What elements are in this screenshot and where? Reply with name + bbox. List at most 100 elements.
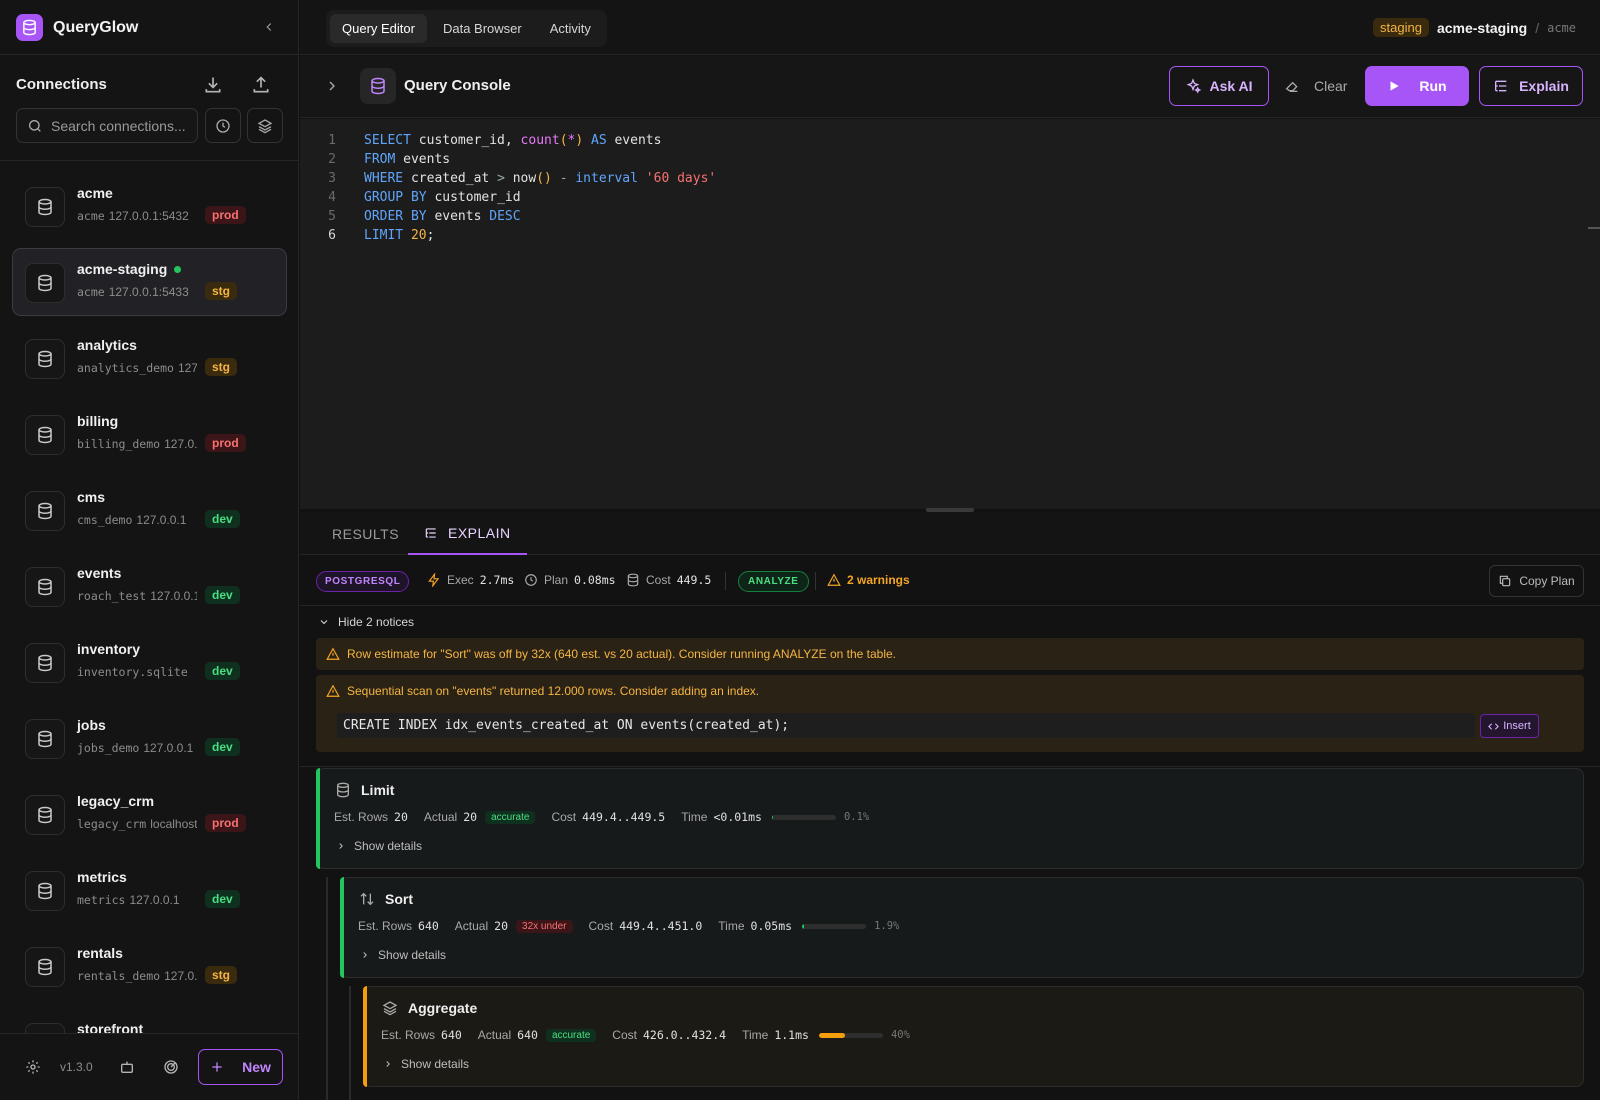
connection-item[interactable]: events roach_test 127.0.0.1 dev: [12, 552, 287, 620]
clear-label: Clear: [1314, 78, 1348, 94]
node-title: Limit: [361, 782, 395, 798]
connection-list: acme acme 127.0.0.1:5432 prod acme-staging ac…: [12, 172, 287, 1084]
connection-db: jobs_demo: [77, 741, 140, 755]
env-badge: stg: [205, 358, 237, 376]
env-badge: dev: [205, 510, 240, 528]
database-icon: [25, 263, 65, 303]
export-icon[interactable]: [251, 75, 271, 95]
sql-editor[interactable]: 1 SELECT customer_id, count(*) AS events…: [300, 119, 1600, 509]
connection-item[interactable]: acme acme 127.0.0.1:5432 prod: [12, 172, 287, 240]
tree-guide-line: [326, 877, 328, 1100]
online-status-dot: [174, 265, 182, 273]
show-details-toggle[interactable]: Show details: [360, 948, 446, 962]
chevron-right-icon: [336, 841, 346, 851]
connection-host: localhost: [150, 817, 197, 831]
connection-db: analytics_demo: [77, 361, 174, 375]
connection-db: metrics: [77, 893, 126, 907]
database-icon: [25, 795, 65, 835]
connection-db: acme: [77, 285, 105, 299]
brand[interactable]: QueryGlow: [16, 14, 138, 41]
recent-button[interactable]: [205, 108, 241, 143]
main-tabs: Query Editor Data Browser Activity: [326, 10, 607, 47]
time-share-percent: 40%: [890, 1029, 910, 1041]
line-number: 6: [328, 228, 336, 243]
code-line: GROUP BY customer_id: [364, 190, 521, 205]
import-icon[interactable]: [203, 75, 223, 95]
connection-item[interactable]: acme-staging acme 127.0.0.1:5433 stg: [12, 248, 287, 316]
ask-ai-button[interactable]: Ask AI: [1169, 66, 1269, 106]
cost-stat: Cost 449.5: [626, 573, 711, 587]
copy-plan-button[interactable]: Copy Plan: [1489, 565, 1584, 597]
tab-query-editor[interactable]: Query Editor: [330, 14, 427, 43]
radar-icon[interactable]: [163, 1059, 179, 1075]
active-connection[interactable]: acme-staging: [1437, 20, 1527, 36]
plan-stat: Plan 0.08ms: [524, 573, 616, 587]
node-accent-bar: [363, 986, 367, 1087]
connection-item[interactable]: jobs jobs_demo 127.0.0.1 dev: [12, 704, 287, 772]
connection-item[interactable]: cms cms_demo 127.0.0.1 dev: [12, 476, 287, 544]
cost-label: Cost: [588, 919, 614, 933]
database-icon: [25, 643, 65, 683]
database-icon: [25, 415, 65, 455]
console-title: Query Console: [404, 77, 511, 94]
plan-node-limit: Limit Est. Rows 20 Actual 20 accurate Cost 449.…: [316, 768, 1584, 869]
est-rows-value: 640: [418, 919, 439, 933]
clear-button[interactable]: Clear: [1284, 66, 1347, 106]
settings-gear-icon[interactable]: [25, 1059, 41, 1075]
warnings-count[interactable]: 2 warnings: [827, 573, 910, 587]
connection-item[interactable]: legacy_crm legacy_crm localhost prod: [12, 780, 287, 848]
copy-plan-label: Copy Plan: [1519, 574, 1575, 588]
tab-data-browser[interactable]: Data Browser: [431, 14, 534, 43]
chevron-right-icon[interactable]: [324, 78, 340, 94]
connection-item[interactable]: metrics metrics 127.0.0.1 dev: [12, 856, 287, 924]
time-share-bar: [802, 923, 867, 929]
tab-activity[interactable]: Activity: [538, 14, 603, 43]
node-accent-bar: [316, 768, 320, 869]
hide-notices-toggle[interactable]: Hide 2 notices: [318, 615, 414, 629]
connection-name: events: [77, 565, 121, 581]
connection-item[interactable]: billing billing_demo127.0.0.1 prod: [12, 400, 287, 468]
code-line: LIMIT 20;: [364, 228, 435, 243]
bot-icon[interactable]: [119, 1059, 135, 1075]
explain-tab-label: EXPLAIN: [448, 524, 511, 541]
layers-button[interactable]: [247, 108, 283, 143]
connection-details: roach_test 127.0.0.1: [77, 589, 197, 603]
show-details-toggle[interactable]: Show details: [336, 839, 422, 853]
connection-item[interactable]: analytics analytics_demo127.0.0.1 stg: [12, 324, 287, 392]
exec-stat: Exec 2.7ms: [427, 573, 514, 587]
tab-explain[interactable]: EXPLAIN: [408, 512, 527, 555]
connection-item[interactable]: inventory inventory.sqlite dev: [12, 628, 287, 696]
explain-stats: POSTGRESQL Exec 2.7ms Plan 0.08ms Cost 449.…: [300, 556, 1600, 606]
notice-text: Row estimate for "Sort" was off by 32x (…: [347, 647, 897, 661]
sidebar: QueryGlow Connections acmeacme127.0.0.1:…: [0, 0, 299, 1100]
connection-item[interactable]: rentals rentals_demo127.0.0.1 stg: [12, 932, 287, 1000]
top-bar: Query Editor Data Browser Activity stagi…: [300, 0, 1600, 55]
analyze-badge: ANALYZE: [738, 571, 809, 592]
active-database[interactable]: acme: [1547, 21, 1576, 35]
connection-host: 127.0.0.1: [177, 361, 197, 375]
database-icon: [335, 782, 351, 798]
insert-sql-button[interactable]: Insert: [1480, 714, 1539, 738]
layers-icon: [382, 1000, 398, 1016]
connection-name: inventory: [77, 641, 140, 657]
version-label: v1.3.0: [60, 1060, 93, 1074]
search-input[interactable]: [51, 117, 191, 134]
database-icon: [25, 567, 65, 607]
node-accent-bar: [340, 877, 344, 978]
bolt-icon: [427, 573, 441, 587]
new-connection-button[interactable]: New: [198, 1049, 283, 1085]
plus-icon: [210, 1060, 224, 1074]
cost-label: Cost: [646, 573, 671, 587]
show-details-toggle[interactable]: Show details: [383, 1057, 469, 1071]
warning-icon: [326, 647, 340, 661]
explain-button[interactable]: Explain: [1479, 66, 1583, 106]
collapse-sidebar-icon[interactable]: [262, 20, 276, 34]
tab-results[interactable]: RESULTS: [332, 512, 399, 555]
search-box[interactable]: [16, 108, 198, 143]
connection-details: cms_demo 127.0.0.1: [77, 513, 197, 527]
connection-host: 127.0.0.1:5433: [108, 285, 189, 299]
notice-text: Sequential scan on "events" returned 12.…: [347, 684, 760, 698]
hide-notices-label: Hide 2 notices: [338, 615, 415, 629]
run-button[interactable]: Run: [1365, 66, 1469, 106]
list-tree-icon: [424, 526, 438, 540]
